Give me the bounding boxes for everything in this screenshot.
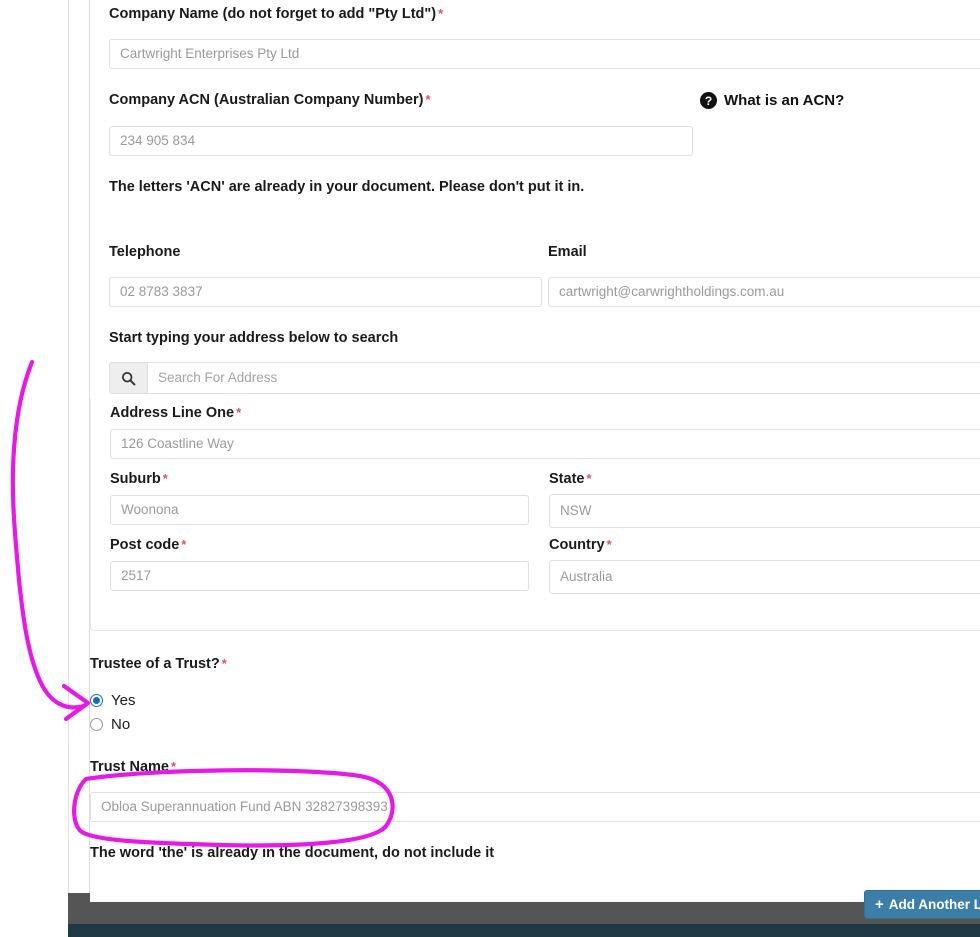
country-select[interactable]: Australia	[549, 560, 980, 594]
company-acn-required-asterisk: *	[425, 92, 431, 107]
address-line-one-label: Address Line One *	[110, 405, 241, 422]
address-search-input[interactable]: Search For Address	[147, 362, 980, 394]
email-label: Email	[548, 244, 587, 261]
company-name-label-text: Company Name (do not forget to add "Pty …	[109, 6, 437, 22]
trust-name-label-text: Trust Name	[90, 759, 169, 775]
address-line-one-required-asterisk: *	[236, 405, 242, 420]
post-code-label: Post code *	[110, 537, 186, 554]
radio-no-label: No	[111, 716, 131, 733]
state-label-text: State	[549, 471, 585, 487]
search-icon	[121, 371, 136, 385]
trust-name-label: Trust Name *	[90, 759, 176, 776]
trustee-option-yes[interactable]: Yes	[90, 692, 135, 709]
footer-white-gap	[0, 893, 980, 902]
telephone-label: Telephone	[109, 244, 180, 261]
left-gutter-rule-outer	[68, 0, 69, 893]
footer-bar	[68, 902, 980, 924]
country-required-asterisk: *	[606, 537, 612, 552]
state-required-asterisk: *	[586, 471, 592, 486]
suburb-label: Suburb *	[110, 471, 168, 488]
address-search-label: Start typing your address below to searc…	[109, 330, 398, 347]
what-is-an-acn-link[interactable]: ? What is an ACN?	[700, 92, 844, 109]
radio-yes-label: Yes	[111, 692, 136, 709]
post-code-required-asterisk: *	[181, 537, 187, 552]
state-select[interactable]: NSW	[549, 494, 980, 528]
address-line-one-label-text: Address Line One	[110, 405, 235, 421]
add-another-button[interactable]: + Add Another Le	[864, 890, 980, 919]
post-code-label-text: Post code	[110, 537, 180, 553]
company-acn-input[interactable]: 234 905 834	[109, 126, 693, 156]
trustee-of-trust-label: Trustee of a Trust? *	[90, 656, 227, 673]
footer-left-margin	[0, 893, 68, 937]
trust-name-required-asterisk: *	[170, 759, 177, 774]
address-card: Address Line One * 126 Coastline Way Subu…	[90, 399, 980, 631]
suburb-input[interactable]: Woonona	[110, 495, 529, 525]
annotation-arrow-path	[10, 359, 87, 710]
state-label: State *	[549, 471, 592, 488]
company-name-label: Company Name (do not forget to add "Pty …	[109, 6, 443, 23]
email-input[interactable]: cartwright@carwrightholdings.com.au	[548, 277, 980, 307]
what-is-an-acn-label: What is an ACN?	[724, 92, 845, 109]
suburb-label-text: Suburb	[110, 471, 161, 487]
telephone-input[interactable]: 02 8783 3837	[109, 277, 542, 307]
radio-no-indicator[interactable]	[90, 718, 103, 731]
plus-icon: +	[875, 896, 884, 913]
page-root: Company Name (do not forget to add "Pty …	[0, 0, 980, 937]
radio-yes-indicator[interactable]	[90, 694, 103, 707]
telephone-label-text: Telephone	[109, 244, 181, 260]
search-icon-button[interactable]	[109, 362, 147, 394]
country-label: Country *	[549, 537, 612, 554]
address-search-label-text: Start typing your address below to searc…	[109, 330, 399, 346]
country-label-text: Country	[549, 537, 605, 553]
question-circle-icon: ?	[700, 92, 717, 109]
address-line-one-input[interactable]: 126 Coastline Way	[110, 429, 980, 459]
acn-note-text: The letters 'ACN' are already in your do…	[109, 179, 585, 195]
email-label-text: Email	[548, 244, 587, 260]
footer-accent-bar	[68, 924, 980, 937]
company-details-form: Company Name (do not forget to add "Pty …	[90, 0, 980, 893]
trust-name-input[interactable]: Obloa Superannuation Fund ABN 3282739839…	[90, 792, 980, 822]
trustee-option-no[interactable]: No	[90, 716, 130, 733]
trust-name-note-text: The word 'the' is already in the documen…	[90, 845, 495, 861]
company-acn-label: Company ACN (Australian Company Number) *	[109, 92, 431, 109]
suburb-required-asterisk: *	[162, 471, 168, 486]
trustee-of-trust-label-text: Trustee of a Trust?	[90, 656, 220, 672]
address-search-group: Search For Address	[109, 362, 980, 394]
add-another-button-label: Add Another Le	[888, 897, 980, 912]
company-name-required-asterisk: *	[438, 6, 444, 21]
company-name-input[interactable]: Cartwright Enterprises Pty Ltd	[109, 39, 980, 69]
post-code-input[interactable]: 2517	[110, 561, 529, 591]
trustee-required-asterisk: *	[221, 656, 227, 671]
company-acn-label-text: Company ACN (Australian Company Number)	[109, 92, 424, 108]
